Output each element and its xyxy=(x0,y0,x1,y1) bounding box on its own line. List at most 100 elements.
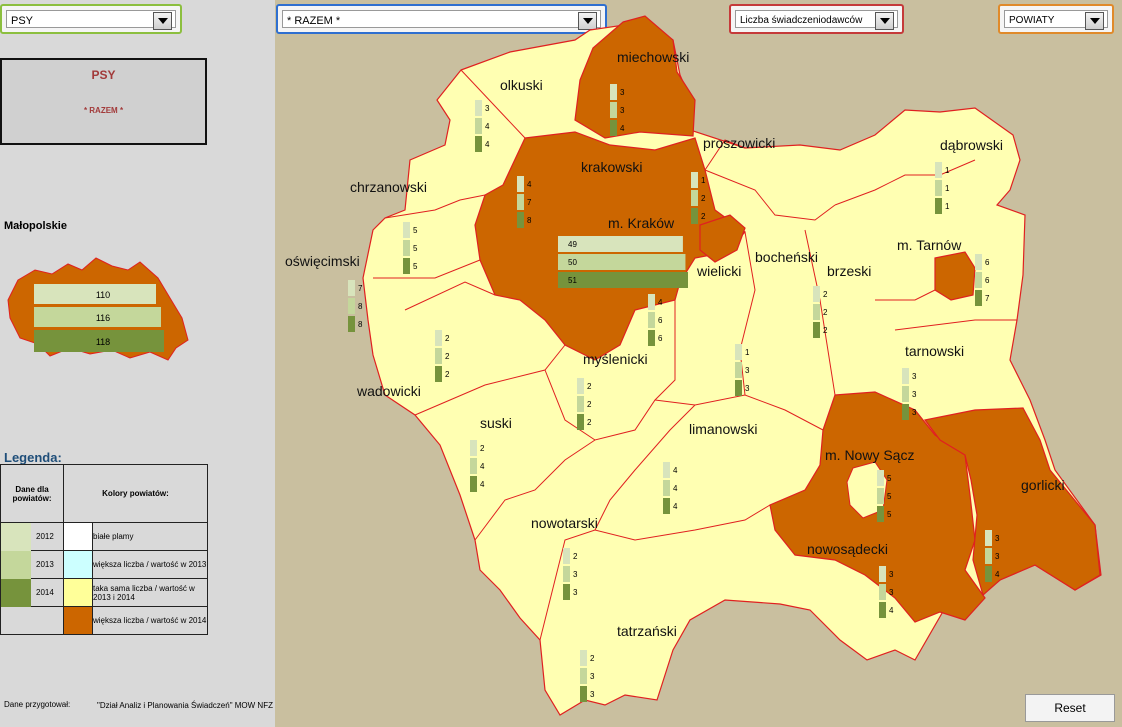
district-value-olkuski-2012: 3 xyxy=(485,104,490,113)
district-bar-suski-2014 xyxy=(470,476,477,492)
district-value-krakowski-2012: 4 xyxy=(527,180,532,189)
district-value-dąbrowski-2014: 1 xyxy=(945,202,950,211)
district-bar-m-kraków-2014 xyxy=(558,272,688,288)
district-value-m-nowy-sącz-2012: 5 xyxy=(887,474,892,483)
district-bar-suski-2013 xyxy=(470,458,477,474)
region-mini-map: 110 116 118 xyxy=(7,257,189,361)
district-value-proszowicki-2012: 1 xyxy=(701,176,706,185)
district-value-bocheński-2012: 2 xyxy=(823,290,828,299)
title-category: PSY xyxy=(91,68,116,82)
legend-color-yellow xyxy=(63,578,93,607)
district-label-olkuski: olkuski xyxy=(500,77,543,93)
district-value-suski-2013: 4 xyxy=(480,462,485,471)
district-map: olkuski miechowski proszowicki dąbrowski kra… xyxy=(285,15,1102,716)
district-value-m-nowy-sącz-2013: 5 xyxy=(887,492,892,501)
category-dropdown[interactable]: PSY xyxy=(0,4,182,34)
legend-text-white: białe plamy xyxy=(92,522,208,551)
district-value-nowotarski-2012: 2 xyxy=(573,552,578,561)
district-bar-chrzanowski-2012 xyxy=(403,222,410,238)
district-bar-wielicki-2014 xyxy=(648,330,655,346)
district-value-miechowski-2012: 3 xyxy=(620,88,625,97)
district-label-gorlicki: gorlicki xyxy=(1021,477,1065,493)
district-bar-m-tarnów-2014 xyxy=(975,290,982,306)
district-bar-tarnowski-2012 xyxy=(902,368,909,384)
district-label-suski: suski xyxy=(480,415,512,431)
district-shape-m-tarnów xyxy=(934,251,976,301)
district-value-m-tarnów-2014: 7 xyxy=(985,294,990,303)
category-value: PSY xyxy=(6,10,176,28)
district-value-gorlicki-2014: 4 xyxy=(995,570,1000,579)
legend-year-row: 2012 xyxy=(0,522,64,551)
legend-table: Dane dla powiatów: Kolory powiatów: 2012… xyxy=(0,464,208,635)
district-label-nowosądecki: nowosądecki xyxy=(807,541,888,557)
district-value-chrzanowski-2014: 5 xyxy=(413,262,418,271)
district-value-oświęcimski-2014: 8 xyxy=(358,320,363,329)
district-bar-oświęcimski-2014 xyxy=(348,316,355,332)
district-bar-proszowicki-2013 xyxy=(691,190,698,206)
district-bar-nowosądecki-2012 xyxy=(879,566,886,582)
district-value-tarnowski-2012: 3 xyxy=(912,372,917,381)
district-bar-olkuski-2012 xyxy=(475,100,482,116)
district-bar-miechowski-2013 xyxy=(610,102,617,118)
district-value-wielicki-2012: 4 xyxy=(658,298,663,307)
district-value-m-tarnów-2013: 6 xyxy=(985,276,990,285)
footer-label: Dane przygotował: xyxy=(4,700,71,709)
district-bar-m-tarnów-2012 xyxy=(975,254,982,270)
district-bar-proszowicki-2014 xyxy=(691,208,698,224)
chevron-down-icon[interactable] xyxy=(153,12,172,30)
district-value-proszowicki-2013: 2 xyxy=(701,194,706,203)
district-value-nowotarski-2014: 3 xyxy=(573,588,578,597)
district-bar-dąbrowski-2012 xyxy=(935,162,942,178)
district-label-miechowski: miechowski xyxy=(617,49,689,65)
legend-header-data: Dane dla powiatów: xyxy=(0,464,64,523)
district-bar-tatrzański-2012 xyxy=(580,650,587,666)
district-value-myślenicki-2013: 2 xyxy=(587,400,592,409)
district-bar-gorlicki-2014 xyxy=(985,566,992,582)
district-bar-myślenicki-2014 xyxy=(577,414,584,430)
district-bar-chrzanowski-2013 xyxy=(403,240,410,256)
district-bar-oświęcimski-2013 xyxy=(348,298,355,314)
title-range: * RAZEM * xyxy=(83,106,124,115)
district-bar-limanowski-2014 xyxy=(663,498,670,514)
district-bar-myślenicki-2013 xyxy=(577,396,584,412)
district-value-myślenicki-2012: 2 xyxy=(587,382,592,391)
selection-title-box: PSY * RAZEM * xyxy=(0,58,207,145)
district-value-brzeski-2013: 3 xyxy=(745,366,750,375)
district-label-brzeski: brzeski xyxy=(827,263,871,279)
district-label-wielicki: wielicki xyxy=(696,263,741,279)
district-bar-m-tarnów-2013 xyxy=(975,272,982,288)
district-bar-miechowski-2014 xyxy=(610,120,617,136)
district-bar-krakowski-2012 xyxy=(517,176,524,192)
district-label-krakowski: krakowski xyxy=(581,159,642,175)
district-label-oświęcimski: oświęcimski xyxy=(285,253,360,269)
district-value-suski-2012: 2 xyxy=(480,444,485,453)
district-value-nowotarski-2013: 3 xyxy=(573,570,578,579)
district-value-wadowicki-2013: 2 xyxy=(445,352,450,361)
district-bar-brzeski-2014 xyxy=(735,380,742,396)
district-bar-wielicki-2013 xyxy=(648,312,655,328)
district-value-bocheński-2014: 2 xyxy=(823,326,828,335)
district-bar-tarnowski-2014 xyxy=(902,404,909,420)
footer-author: "Dział Analiz i Planowania Świadczeń" MO… xyxy=(97,701,273,710)
district-value-oświęcimski-2013: 8 xyxy=(358,302,363,311)
district-value-myślenicki-2014: 2 xyxy=(587,418,592,427)
reset-button[interactable]: Reset xyxy=(1025,694,1115,722)
district-bar-tatrzański-2014 xyxy=(580,686,587,702)
district-label-bocheński: bocheński xyxy=(755,249,818,265)
region-value-2014: 118 xyxy=(96,337,110,347)
district-value-dąbrowski-2012: 1 xyxy=(945,166,950,175)
district-bar-m-nowy-sącz-2013 xyxy=(877,488,884,504)
legend-color-white xyxy=(63,522,93,551)
district-value-tarnowski-2013: 3 xyxy=(912,390,917,399)
legend-year-row: 2013 xyxy=(0,550,64,579)
district-label-proszowicki: proszowicki xyxy=(703,135,775,151)
district-value-m-tarnów-2012: 6 xyxy=(985,258,990,267)
legend-text-cyan: większa liczba / wartość w 2013 xyxy=(92,550,208,579)
district-bar-chrzanowski-2014 xyxy=(403,258,410,274)
district-bar-dąbrowski-2013 xyxy=(935,180,942,196)
district-bar-nowotarski-2014 xyxy=(563,584,570,600)
district-value-suski-2014: 4 xyxy=(480,480,485,489)
district-label-limanowski: limanowski xyxy=(689,421,757,437)
district-bar-bocheński-2013 xyxy=(813,304,820,320)
region-value-2012: 110 xyxy=(96,290,110,300)
